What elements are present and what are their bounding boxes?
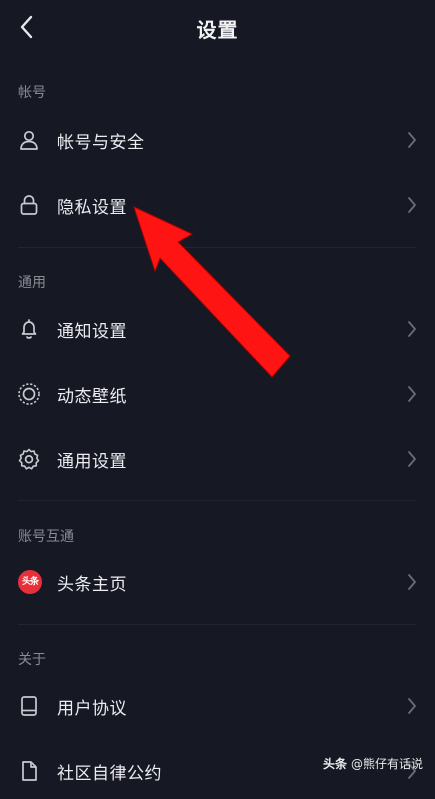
chevron-right-icon [408, 132, 416, 148]
page-title: 设置 [196, 18, 239, 42]
section-divider [18, 247, 417, 248]
settings-item-label: 动态壁纸 [57, 387, 127, 407]
section-divider [18, 500, 417, 501]
document-icon [22, 761, 37, 781]
settings-item-label: 通用设置 [57, 452, 127, 472]
header: 设置 [0, 0, 435, 56]
section-title-account: 帐号 [18, 85, 46, 101]
settings-item-live-wallpaper[interactable]: 动态壁纸 [0, 366, 435, 422]
settings-item-label: 社区自律公约 [57, 764, 162, 784]
chevron-right-icon [408, 197, 416, 213]
gear-icon [18, 448, 40, 470]
toutiao-logo-icon: 头条 [18, 570, 42, 594]
settings-item-notifications[interactable]: 通知设置 [0, 301, 435, 357]
watermark-handle: @熊仔有话说 [350, 757, 423, 771]
settings-item-user-agreement[interactable]: 用户协议 [0, 678, 435, 734]
section-title-about: 关于 [18, 652, 46, 668]
settings-item-account-security[interactable]: 帐号与安全 [0, 112, 435, 168]
watermark: 头条 @熊仔有话说 [323, 755, 423, 772]
settings-item-label: 用户协议 [57, 699, 127, 719]
section-title-account-linking: 账号互通 [18, 529, 74, 545]
settings-item-privacy[interactable]: 隐私设置 [0, 177, 435, 233]
settings-item-toutiao-homepage[interactable]: 头条 头条主页 [0, 554, 435, 610]
chevron-right-icon [408, 451, 416, 467]
user-icon [20, 130, 38, 150]
settings-item-label: 通知设置 [57, 322, 127, 342]
settings-item-label: 隐私设置 [57, 198, 127, 218]
wallpaper-icon [18, 383, 40, 405]
watermark-brand: 头条 [322, 757, 347, 771]
chevron-right-icon [408, 321, 416, 337]
settings-item-label: 头条主页 [57, 575, 127, 595]
settings-item-general-settings[interactable]: 通用设置 [0, 431, 435, 487]
settings-item-label: 帐号与安全 [57, 133, 145, 153]
section-title-general: 通用 [18, 275, 46, 291]
section-divider [18, 624, 417, 625]
chevron-right-icon [408, 698, 416, 714]
chevron-right-icon [408, 574, 416, 590]
bell-icon [21, 319, 37, 339]
lock-icon [20, 195, 38, 215]
chevron-right-icon [408, 386, 416, 402]
book-icon [21, 696, 37, 716]
